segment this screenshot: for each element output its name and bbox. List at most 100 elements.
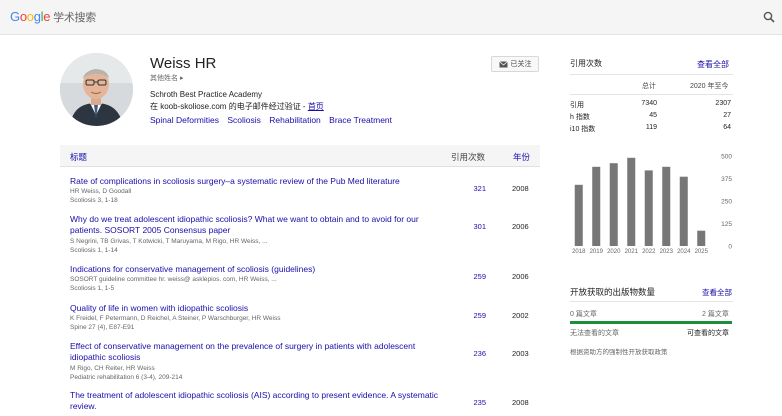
chart-bar-2024[interactable] <box>679 176 688 246</box>
article-venue: Pediatric rehabilitation 6 (3-4), 209-21… <box>70 374 183 381</box>
metric-total: 45 <box>649 112 657 119</box>
metric-label: h 指数 <box>570 114 590 121</box>
cited-by-count[interactable]: 235 <box>462 398 486 407</box>
x-tick-label: 2018 <box>572 249 586 255</box>
x-tick-label: 2019 <box>590 249 604 255</box>
article-year: 2006 <box>512 272 529 281</box>
divider <box>570 94 733 95</box>
citation-row: i10 指数 119 64 <box>570 124 733 134</box>
metric-since: 64 <box>723 124 731 131</box>
col-since: 2020 年至今 <box>690 83 729 90</box>
interest-spinal-deformities[interactable]: Spinal Deformities <box>150 115 219 125</box>
interest-brace-treatment[interactable]: Brace Treatment <box>329 115 392 125</box>
not-available-count: 0 篇文章 <box>570 311 597 318</box>
col-total: 总计 <box>642 83 656 90</box>
y-tick-label: 500 <box>721 154 732 161</box>
profile-header: Weiss HR 其他姓名 ▸ Schroth Best Practice Ac… <box>60 53 540 133</box>
article-title[interactable]: Why do we treat adolescent idiopathic sc… <box>70 214 445 236</box>
x-tick-label: 2024 <box>677 249 691 255</box>
citations-title: 引用次数 <box>570 59 602 68</box>
y-tick-label: 0 <box>728 244 732 251</box>
article-year: 2008 <box>512 184 529 193</box>
article-title[interactable]: The treatment of adolescent idiopathic s… <box>70 390 445 412</box>
metric-total: 7340 <box>641 100 657 107</box>
chart-bar-2021[interactable] <box>627 157 636 246</box>
article-authors: SOSORT guideline committee hr. weiss@ as… <box>70 276 277 283</box>
citation-row: h 指数 45 27 <box>570 112 733 122</box>
divider <box>570 74 733 75</box>
avatar <box>60 53 133 126</box>
profile-name: Weiss HR <box>150 55 217 72</box>
publications-table-header: 标题 引用次数 年份 <box>60 145 540 167</box>
article-title[interactable]: Rate of complications in scoliosis surge… <box>70 176 445 187</box>
article-title[interactable]: Indications for conservative management … <box>70 264 445 275</box>
y-tick-label: 250 <box>721 199 732 206</box>
citations-view-all[interactable]: 查看全部 <box>697 59 729 70</box>
article-authors: HR Weiss, D Goodall <box>70 188 132 195</box>
chart-bar-2018[interactable] <box>574 184 583 246</box>
affiliation: Schroth Best Practice Academy <box>150 90 263 99</box>
cited-by-count[interactable]: 321 <box>462 184 486 193</box>
chart-bar-2022[interactable] <box>644 170 653 246</box>
verified-email-text: 在 koob-skoliose.com 的电子邮件经过验证 - <box>150 102 308 111</box>
x-tick-label: 2022 <box>642 249 656 255</box>
metric-since: 27 <box>723 112 731 119</box>
other-names-link[interactable]: 其他姓名 ▸ <box>150 73 183 83</box>
article-year: 2008 <box>512 398 529 407</box>
article-authors: S Negrini, TB Grivas, T Kotwicki, T Maru… <box>70 238 268 245</box>
cited-by-count[interactable]: 259 <box>462 311 486 320</box>
follow-label: 已关注 <box>510 61 532 68</box>
verified-email: 在 koob-skoliose.com 的电子邮件经过验证 - 首页 <box>150 101 324 112</box>
article-title[interactable]: Quality of life in women with idiopathic… <box>70 303 445 314</box>
follow-button[interactable]: 已关注 <box>491 56 539 72</box>
citation-row: 引用 7340 2307 <box>570 100 733 110</box>
article-year: 2002 <box>512 311 529 320</box>
interest-rehabilitation[interactable]: Rehabilitation <box>269 115 321 125</box>
chart-bar-2023[interactable] <box>662 166 671 246</box>
open-access-bar <box>570 321 732 324</box>
logo-scholar: 学术搜索 <box>53 12 96 24</box>
article-authors: M Rigo, CH Reiter, HR Weiss <box>70 365 155 372</box>
available-count: 2 篇文章 <box>702 311 729 318</box>
google-scholar-logo[interactable]: Google 学术搜索 <box>10 9 96 25</box>
article-title[interactable]: Effect of conservative management on the… <box>70 341 445 363</box>
open-access-view-all[interactable]: 查看全部 <box>702 287 732 298</box>
available-label: 可查看的文章 <box>687 330 729 337</box>
mail-icon <box>498 60 508 67</box>
article-venue: Scoliosis 1, 1-14 <box>70 247 118 254</box>
y-tick-label: 375 <box>721 176 732 183</box>
article-year: 2006 <box>512 222 529 231</box>
metric-since: 2307 <box>715 100 731 107</box>
metric-label: 引用 <box>570 102 584 109</box>
sort-by-title[interactable]: 标题 <box>70 151 87 163</box>
sort-by-cited[interactable]: 引用次数 <box>451 151 485 163</box>
search-icon[interactable] <box>763 11 775 23</box>
citations-per-year-chart: 50037525012502018 2019 2020 2021 2022 2023 202… <box>572 154 732 256</box>
article-venue: Spine 27 (4), E87-E91 <box>70 324 135 331</box>
article-authors: K Freidel, F Petermann, D Reichel, A Ste… <box>70 315 281 322</box>
cited-by-count[interactable]: 259 <box>462 272 486 281</box>
x-tick-label: 2025 <box>695 249 709 255</box>
not-available-label: 无法查看的文章 <box>570 330 619 337</box>
article-year: 2003 <box>512 349 529 358</box>
article-venue: Scoliosis 1, 1-5 <box>70 285 115 292</box>
metric-total: 119 <box>645 124 657 131</box>
metric-label: i10 指数 <box>570 126 596 133</box>
cited-by-count[interactable]: 301 <box>462 222 486 231</box>
chart-bar-2020[interactable] <box>609 163 618 246</box>
divider <box>570 301 733 302</box>
funding-mandate-note: 根据资助方的强制性开放获取政策 <box>570 349 668 356</box>
research-interests: Spinal Deformities Scoliosis Rehabilitat… <box>150 115 398 125</box>
homepage-link[interactable]: 首页 <box>308 102 324 111</box>
x-tick-label: 2020 <box>607 249 621 255</box>
x-tick-label: 2021 <box>625 249 639 255</box>
sort-by-year[interactable]: 年份 <box>513 151 530 163</box>
logo-google: Google <box>10 9 51 24</box>
top-bar: Google 学术搜索 <box>0 0 782 35</box>
y-tick-label: 125 <box>721 221 732 228</box>
chart-bar-2025[interactable] <box>697 230 706 246</box>
cited-by-count[interactable]: 236 <box>462 349 486 358</box>
chart-bar-2019[interactable] <box>592 166 601 246</box>
interest-scoliosis[interactable]: Scoliosis <box>227 115 261 125</box>
open-access-title: 开放获取的出版物数量 <box>570 287 656 297</box>
